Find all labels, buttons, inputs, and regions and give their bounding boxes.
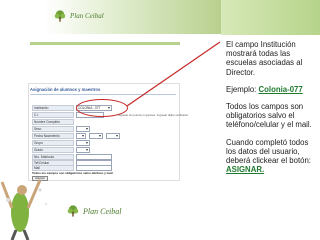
instruction-institucion: El campo Institución mostrará todas las … xyxy=(226,40,303,77)
example-prefix: Ejemplo: xyxy=(226,84,259,94)
screenshot-panel: Plan Ceibal Asignación de alumnos y maes… xyxy=(0,0,221,240)
instruction-required: Todos los campos son obligatorios salvo … xyxy=(226,102,312,130)
tree-logo-icon xyxy=(67,205,79,217)
example-value: Colonia-077 xyxy=(258,84,303,94)
header-band xyxy=(221,0,320,35)
asignar-prefix: Cuando completó todos los datos del usua… xyxy=(226,137,311,166)
instruction-example: Ejemplo: Colonia-077 xyxy=(226,85,316,94)
brand-name-footer: Plan Ceibal xyxy=(83,206,122,216)
footer-logo: Plan Ceibal xyxy=(66,204,121,218)
instruction-panel: El campo Institución mostrará todas las … xyxy=(226,40,316,182)
asignar-label: ASIGNAR. xyxy=(226,165,265,175)
instruction-asignar: Cuando completó todos los datos del usua… xyxy=(226,138,316,175)
jumping-person-icon xyxy=(0,179,48,240)
